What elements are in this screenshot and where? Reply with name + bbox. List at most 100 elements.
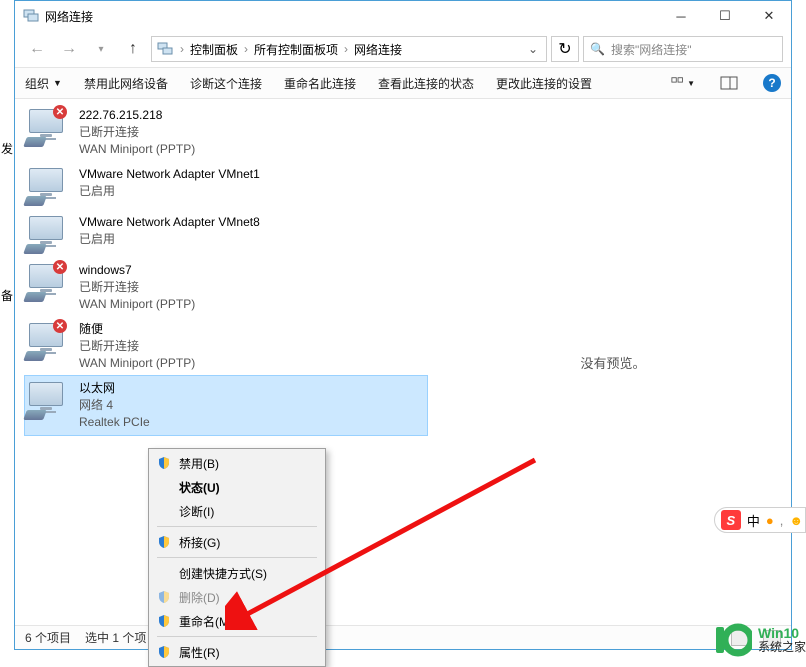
view-status-button[interactable]: 查看此连接的状态 [378, 75, 474, 92]
adapter-icon: ✕ [25, 107, 69, 147]
adapter-icon [25, 166, 69, 206]
adapter-icon: ✕ [25, 262, 69, 302]
ctx-shortcut[interactable]: 创建快捷方式(S) [151, 561, 323, 585]
bg-text: 备 [0, 267, 14, 324]
connection-info: VMware Network Adapter VMnet8 已启用 [79, 214, 260, 254]
search-icon: 🔍 [590, 42, 605, 56]
rename-button[interactable]: 重命名此连接 [284, 75, 356, 92]
navbar: ← → ▾ ↑ › 控制面板 › 所有控制面板项 › 网络连接 ⌄ ↻ 🔍 搜索… [15, 31, 791, 67]
win10-logo-icon [714, 621, 752, 659]
network-connections-window: 网络连接 ─ ☐ ✕ ← → ▾ ↑ › 控制面板 › 所有控制面板项 › 网络… [14, 0, 792, 650]
ime-sep: , [780, 513, 784, 528]
disable-device-button[interactable]: 禁用此网络设备 [84, 75, 168, 92]
connection-info: windows7 已断开连接 WAN Miniport (PPTP) [79, 262, 195, 313]
watermark: Win10 系统之家 [714, 621, 806, 659]
chevron-right-icon: › [180, 42, 184, 56]
address-dropdown[interactable]: ⌄ [524, 42, 542, 56]
shield-icon [157, 456, 171, 470]
separator [157, 636, 317, 637]
selection-count: 选中 1 个项 [85, 629, 146, 646]
diagnose-button[interactable]: 诊断这个连接 [190, 75, 262, 92]
connection-info: 以太网 网络 4 Realtek PCIe [79, 380, 150, 431]
ctx-disable[interactable]: 禁用(B) [151, 451, 323, 475]
search-input[interactable]: 🔍 搜索"网络连接" [583, 36, 783, 62]
window-title: 网络连接 [45, 8, 659, 25]
titlebar: 网络连接 ─ ☐ ✕ [15, 1, 791, 31]
close-button[interactable]: ✕ [747, 1, 791, 31]
connection-info: 222.76.215.218 已断开连接 WAN Miniport (PPTP) [79, 107, 195, 158]
context-menu: 禁用(B) 状态(U) 诊断(I) 桥接(G) 创建快捷方式(S) 删除(D) … [148, 448, 326, 667]
disconnected-icon: ✕ [53, 260, 67, 274]
shield-icon [157, 535, 171, 549]
change-settings-button[interactable]: 更改此连接的设置 [496, 75, 592, 92]
separator [157, 557, 317, 558]
item-count: 6 个项目 [25, 629, 71, 646]
connection-status: 已断开连接 [79, 338, 195, 355]
organize-menu[interactable]: 组织▼ [25, 75, 62, 92]
brand-subtitle: 系统之家 [758, 640, 806, 654]
connection-item[interactable]: 以太网 网络 4 Realtek PCIe [24, 375, 428, 436]
connection-status: 已启用 [79, 183, 260, 200]
up-button[interactable]: ↑ [119, 35, 147, 63]
connection-device: WAN Miniport (PPTP) [79, 141, 195, 158]
connection-item[interactable]: ✕ 222.76.215.218 已断开连接 WAN Miniport (PPT… [15, 103, 435, 162]
ime-dot: ● [766, 513, 774, 528]
adapter-icon [25, 380, 69, 420]
connection-name: VMware Network Adapter VMnet8 [79, 214, 260, 231]
minimize-button[interactable]: ─ [659, 1, 703, 31]
search-placeholder: 搜索"网络连接" [611, 41, 692, 58]
connection-device: WAN Miniport (PPTP) [79, 355, 195, 372]
ime-indicator[interactable]: S 中 ● , ☻ [714, 507, 806, 533]
disconnected-icon: ✕ [53, 319, 67, 333]
ctx-rename[interactable]: 重命名(M) [151, 609, 323, 633]
ctx-diagnose[interactable]: 诊断(I) [151, 499, 323, 523]
view-options-button[interactable]: ▼ [671, 71, 695, 95]
disconnected-icon: ✕ [53, 105, 67, 119]
forward-button: → [55, 35, 83, 63]
sogou-icon: S [721, 510, 741, 530]
ncp-icon [156, 40, 174, 58]
ctx-delete: 删除(D) [151, 585, 323, 609]
ctx-bridge[interactable]: 桥接(G) [151, 530, 323, 554]
connection-status: 已断开连接 [79, 124, 195, 141]
connection-name: 随便 [79, 321, 195, 338]
maximize-button[interactable]: ☐ [703, 1, 747, 31]
back-button[interactable]: ← [23, 35, 51, 63]
ime-lang: 中 [747, 511, 760, 530]
app-icon [23, 8, 39, 24]
shield-icon [157, 645, 171, 659]
connection-device: WAN Miniport (PPTP) [79, 296, 195, 313]
bg-text: 发 [0, 120, 14, 177]
statusbar: 6 个项目 选中 1 个项 [15, 625, 791, 649]
breadcrumb[interactable]: 网络连接 [354, 41, 402, 58]
brand-title: Win10 [758, 626, 806, 640]
breadcrumb[interactable]: 所有控制面板项 [254, 41, 338, 58]
connection-info: 随便 已断开连接 WAN Miniport (PPTP) [79, 321, 195, 372]
shield-icon [157, 590, 171, 604]
ctx-status[interactable]: 状态(U) [151, 475, 323, 499]
recent-button[interactable]: ▾ [87, 35, 115, 63]
no-preview-text: 没有预览。 [580, 353, 645, 372]
connection-status: 网络 4 [79, 397, 150, 414]
connection-status: 已断开连接 [79, 279, 195, 296]
connection-item[interactable]: VMware Network Adapter VMnet8 已启用 [15, 210, 435, 258]
connection-info: VMware Network Adapter VMnet1 已启用 [79, 166, 260, 206]
preview-pane-button[interactable] [717, 71, 741, 95]
help-button[interactable]: ? [763, 74, 781, 92]
toolbar: 组织▼ 禁用此网络设备 诊断这个连接 重命名此连接 查看此连接的状态 更改此连接… [15, 67, 791, 99]
ctx-properties[interactable]: 属性(R) [151, 640, 323, 664]
chevron-right-icon: › [344, 42, 348, 56]
adapter-icon: ✕ [25, 321, 69, 361]
shield-icon [157, 614, 171, 628]
connection-name: 以太网 [79, 380, 150, 397]
connection-name: windows7 [79, 262, 195, 279]
address-bar[interactable]: › 控制面板 › 所有控制面板项 › 网络连接 ⌄ [151, 36, 547, 62]
connection-item[interactable]: VMware Network Adapter VMnet1 已启用 [15, 162, 435, 210]
preview-pane: 没有预览。 [435, 99, 791, 625]
refresh-button[interactable]: ↻ [551, 36, 579, 62]
breadcrumb[interactable]: 控制面板 [190, 41, 238, 58]
connection-name: VMware Network Adapter VMnet1 [79, 166, 260, 183]
connection-device: Realtek PCIe [79, 414, 150, 431]
connection-item[interactable]: ✕ windows7 已断开连接 WAN Miniport (PPTP) [15, 258, 435, 317]
connection-item[interactable]: ✕ 随便 已断开连接 WAN Miniport (PPTP) [15, 317, 435, 376]
